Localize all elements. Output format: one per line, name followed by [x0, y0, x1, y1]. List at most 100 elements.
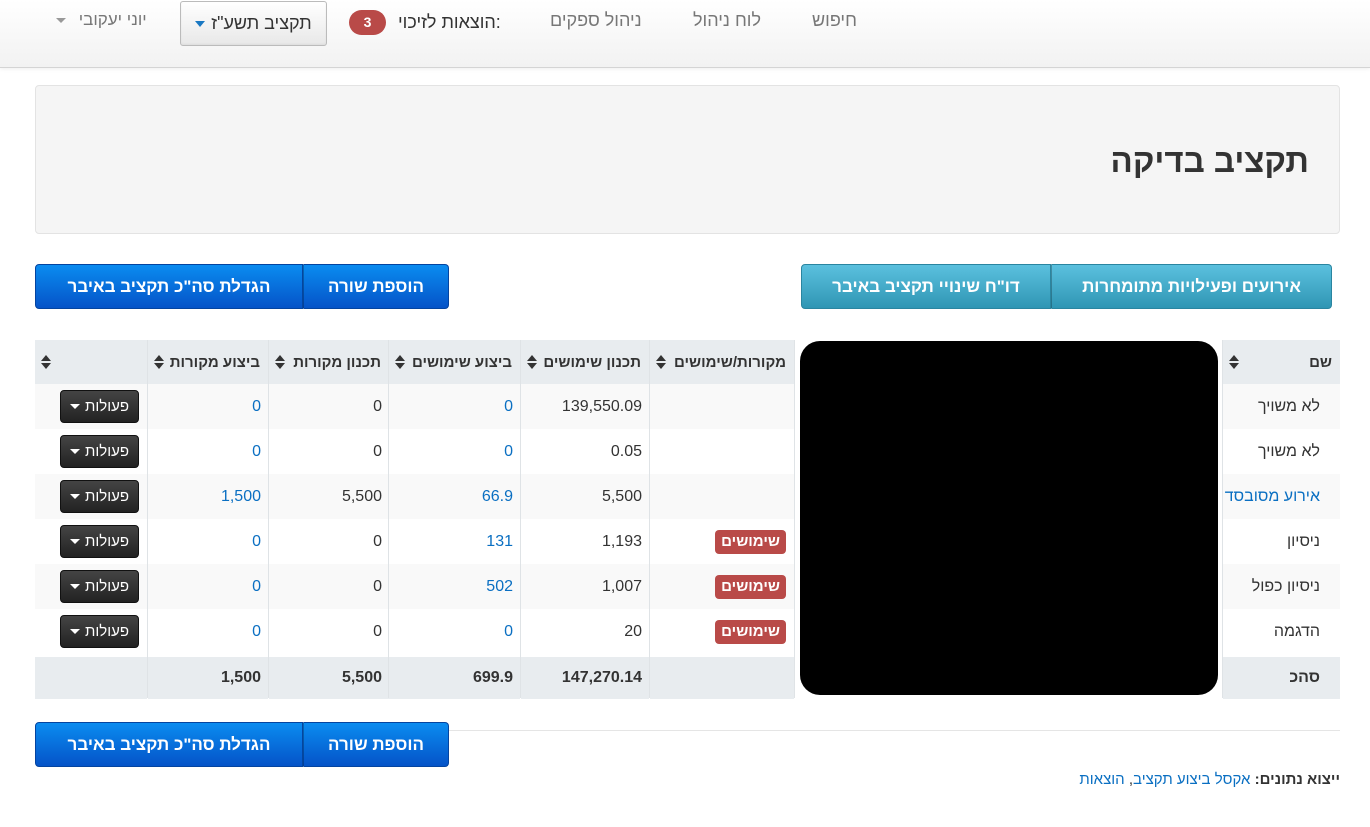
nav-suppliers[interactable]: ניהול ספקים — [550, 10, 642, 31]
row-actual-uses[interactable]: 0 — [389, 429, 520, 474]
actual-sources-link[interactable]: 0 — [252, 623, 261, 641]
sort-icon[interactable] — [656, 355, 666, 369]
actual-uses-link[interactable]: 0 — [504, 398, 513, 416]
increase-total-button-bottom[interactable]: הגדלת סה"כ תקציב באיבר — [35, 722, 303, 767]
row-name[interactable]: אירוע מסובסד — [1223, 474, 1340, 519]
actual-uses-link[interactable]: 0 — [504, 623, 513, 641]
nav-dashboard[interactable]: לוח ניהול — [693, 10, 761, 31]
row-name-text[interactable]: אירוע מסובסד — [1225, 488, 1320, 506]
sort-icon[interactable] — [275, 355, 285, 369]
column-header-name[interactable]: שם — [1223, 340, 1340, 384]
row-name: הדגמה — [1223, 609, 1340, 654]
page-title: תקציב בדיקה — [1110, 142, 1309, 179]
user-name: יוני יעקובי — [78, 10, 147, 29]
sort-icon[interactable] — [41, 355, 51, 369]
column-header-planned-sources[interactable]: תכנון מקורות — [269, 340, 389, 384]
caret-down-icon — [70, 449, 80, 454]
actions-dropdown-button[interactable]: פעולות — [60, 525, 139, 558]
column-header-planned-uses[interactable]: תכנון שימושים — [521, 340, 649, 384]
row-actions: פעולות — [35, 474, 147, 519]
actions-dropdown-button[interactable]: פעולות — [60, 615, 139, 648]
page-header: תקציב בדיקה — [35, 85, 1340, 234]
top-right-button-group: דו"ח שינויי תקציב באיבר אירועים ופעילויו… — [801, 264, 1332, 309]
events-button[interactable]: אירועים ופעילויות מתומחרות — [1051, 264, 1332, 309]
row-name: ניסיון כפול — [1223, 564, 1340, 609]
sort-icon[interactable] — [527, 355, 537, 369]
row-planned-uses: 1,007 — [521, 564, 649, 609]
actions-dropdown-button[interactable]: פעולות — [60, 390, 139, 423]
row-planned-uses: 1,193 — [521, 519, 649, 564]
row-actual-sources[interactable]: 0 — [148, 384, 268, 429]
row-actual-sources[interactable]: 0 — [148, 609, 268, 654]
chevron-down-icon — [56, 18, 66, 24]
row-planned-sources: 0 — [269, 384, 389, 429]
totals-name: סהכ — [1223, 657, 1340, 699]
sort-icon[interactable] — [1229, 355, 1239, 369]
actual-uses-link[interactable]: 0 — [504, 443, 513, 461]
column-header-label: ביצוע שימושים — [411, 353, 512, 371]
row-actual-uses[interactable]: 502 — [389, 564, 520, 609]
row-planned-uses: 20 — [521, 609, 649, 654]
actual-sources-link[interactable]: 0 — [252, 533, 261, 551]
actual-sources-link[interactable]: 0 — [252, 578, 261, 596]
planned-uses-value: 5,500 — [601, 487, 642, 505]
row-actual-sources[interactable]: 1,500 — [148, 474, 268, 519]
budget-year-dropdown[interactable]: תקציב תשע"ז — [180, 1, 327, 46]
column-divider — [520, 340, 521, 698]
column-divider — [388, 340, 389, 698]
actions-label: פעולות — [85, 488, 129, 505]
row-actual-sources[interactable]: 0 — [148, 564, 268, 609]
column-header-actions[interactable] — [35, 340, 147, 384]
actions-dropdown-button[interactable]: פעולות — [60, 435, 139, 468]
totals-actual-sources-value: 1,500 — [220, 669, 261, 686]
add-row-button-bottom[interactable]: הוספת שורה — [303, 722, 449, 767]
row-actions: פעולות — [35, 384, 147, 429]
export-excel-link[interactable]: אקסל ביצוע תקציב — [1133, 771, 1250, 788]
totals-planned-sources-value: 5,500 — [341, 669, 382, 686]
nav-expenses-refund[interactable]: 3 הוצאות לזיכוי: — [349, 10, 501, 35]
actual-uses-link[interactable]: 502 — [486, 578, 513, 596]
column-header-actual-sources[interactable]: ביצוע מקורות — [148, 340, 268, 384]
planned-uses-value: 1,193 — [601, 532, 642, 550]
actual-sources-link[interactable]: 1,500 — [221, 488, 261, 506]
totals-planned-uses: 147,270.14 — [521, 657, 649, 699]
column-header-sources-uses[interactable]: מקורות/שימושים — [650, 340, 794, 384]
row-name: לא משויך — [1223, 384, 1340, 429]
row-actions: פעולות — [35, 564, 147, 609]
row-name-text: ניסיון — [1286, 532, 1320, 550]
expenses-label: הוצאות לזיכוי: — [398, 12, 501, 32]
row-actual-uses[interactable]: 0 — [389, 384, 520, 429]
add-row-button[interactable]: הוספת שורה — [303, 264, 449, 309]
totals-planned-sources: 5,500 — [269, 657, 389, 699]
actual-sources-link[interactable]: 0 — [252, 398, 261, 416]
row-actual-uses[interactable]: 131 — [389, 519, 520, 564]
row-actual-sources[interactable]: 0 — [148, 429, 268, 474]
caret-down-icon — [70, 404, 80, 409]
sort-icon[interactable] — [154, 355, 164, 369]
row-actual-uses[interactable]: 66.9 — [389, 474, 520, 519]
top-left-button-group: הגדלת סה"כ תקציב באיבר הוספת שורה — [35, 264, 449, 309]
actual-uses-link[interactable]: 131 — [486, 533, 513, 551]
actions-dropdown-button[interactable]: פעולות — [60, 480, 139, 513]
planned-sources-value: 5,500 — [341, 487, 382, 505]
row-planned-sources: 0 — [269, 519, 389, 564]
actual-uses-link[interactable]: 66.9 — [482, 488, 513, 506]
column-divider — [794, 340, 795, 698]
row-actual-uses[interactable]: 0 — [389, 609, 520, 654]
planned-sources-value: 0 — [373, 397, 382, 415]
caret-down-icon — [70, 494, 80, 499]
user-menu[interactable]: יוני יעקובי — [56, 10, 147, 30]
nav-search[interactable]: חיפוש — [812, 10, 857, 31]
actions-dropdown-button[interactable]: פעולות — [60, 570, 139, 603]
sort-icon[interactable] — [395, 355, 405, 369]
export-expenses-link[interactable]: הוצאות — [1079, 771, 1124, 788]
column-divider — [1222, 340, 1223, 698]
row-planned-uses: 139,550.09 — [521, 384, 649, 429]
changes-report-button[interactable]: דו"ח שינויי תקציב באיבר — [801, 264, 1051, 309]
column-header-actual-uses[interactable]: ביצוע שימושים — [389, 340, 520, 384]
planned-uses-value: 0.05 — [610, 442, 642, 460]
actual-sources-link[interactable]: 0 — [252, 443, 261, 461]
increase-total-button[interactable]: הגדלת סה"כ תקציב באיבר — [35, 264, 303, 309]
column-header-label: מקורות/שימושים — [673, 353, 786, 371]
row-actual-sources[interactable]: 0 — [148, 519, 268, 564]
